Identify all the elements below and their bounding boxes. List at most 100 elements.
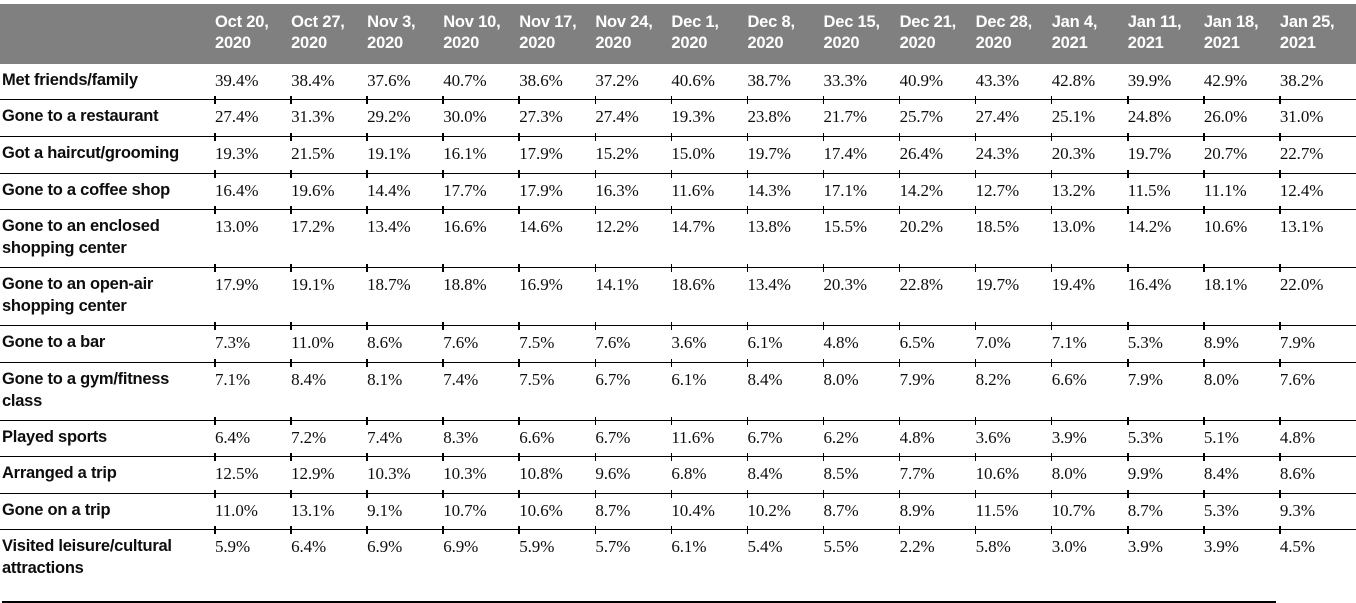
table-cell-value: 10.2% (746, 490, 824, 530)
table-row: Gone to a gym/fitness class 7.1% 8.4% 8.1% 7… (0, 359, 1356, 421)
table-cell-value: 7.6% (442, 322, 520, 363)
column-header-date-text: Jan 18, (1203, 13, 1259, 31)
row-label: Gone to a gym/fitness class (0, 361, 215, 421)
column-header-date-text: Dec 1, (671, 13, 719, 31)
column-header-date-text: Oct 20, (215, 13, 269, 31)
table-cell-value: 31.0% (1279, 97, 1356, 137)
table-cell-value: 17.9% (214, 264, 292, 326)
column-header-date: Dec 8, 2020 (747, 4, 824, 64)
table-cell-value: 7.5% (518, 359, 596, 421)
table-cell-value: 42.8% (1051, 63, 1128, 100)
table-cell-value: 11.0% (214, 490, 292, 530)
table-cell-value: 40.6% (671, 63, 748, 100)
table-cell-value: 7.3% (214, 322, 292, 363)
table-cell-value: 31.3% (290, 97, 368, 137)
table-cell-value: 7.9% (1126, 359, 1204, 421)
table-cell-value: 17.1% (822, 170, 900, 210)
table-cell-value: 5.3% (1203, 490, 1280, 530)
row-label: Got a haircut/grooming (0, 136, 215, 174)
table-cell-value: 24.3% (974, 133, 1052, 174)
table-cell-value: 12.7% (974, 170, 1052, 210)
table-cell-value: 19.3% (214, 133, 292, 174)
table-cell-value: 10.7% (1050, 490, 1128, 530)
table-cell-value: 14.6% (518, 206, 596, 268)
table-cell-value: 5.4% (746, 526, 824, 588)
table-cell-value: 10.3% (442, 453, 520, 494)
column-header-year-text: 2020 (899, 34, 936, 53)
table-cell-value: 26.4% (898, 133, 976, 174)
table-cell-value: 4.8% (898, 417, 976, 457)
table-cell-value: 29.2% (366, 97, 444, 137)
table-cell-value: 38.7% (747, 63, 824, 100)
table-cell-value: 12.5% (214, 453, 292, 494)
column-header-date-text: Jan 4, (1051, 13, 1098, 31)
table-cell-value: 8.4% (746, 359, 824, 421)
table-cell-value: 7.5% (518, 322, 596, 363)
table-cell-value: 11.6% (670, 170, 748, 210)
table-cell-value: 7.1% (214, 359, 292, 421)
column-header-year-text: 2020 (519, 34, 556, 53)
table-cell-value: 42.9% (1203, 63, 1280, 100)
column-header-date-text: Jan 25, (1279, 13, 1335, 31)
table-cell-value: 16.1% (442, 133, 520, 174)
column-header-date: Nov 10, 2020 (443, 4, 520, 64)
table-row: Gone to an open-air shopping center 17.9%… (0, 264, 1356, 326)
table-cell-value: 8.7% (822, 490, 900, 530)
column-header-year-text: 2020 (595, 34, 632, 53)
column-header-date: Dec 21, 2020 (899, 4, 976, 64)
column-header-year-text: 2021 (1127, 34, 1164, 53)
table-cell-value: 10.3% (366, 453, 444, 494)
table-cell-value: 10.6% (518, 490, 596, 530)
table-cell-value: 12.4% (1279, 170, 1356, 210)
column-header-date: Oct 20, 2020 (215, 4, 292, 64)
table-cell-value: 8.7% (594, 490, 672, 530)
table-cell-value: 6.1% (670, 359, 748, 421)
column-header-date: Oct 27, 2020 (291, 4, 368, 64)
column-header-date: Jan 4, 2021 (1051, 4, 1128, 64)
table-cell-value: 14.1% (594, 264, 672, 326)
table-cell-value: 6.9% (442, 526, 520, 588)
table-cell-value: 8.7% (1126, 490, 1204, 530)
table-cell-value: 6.5% (898, 322, 976, 363)
table-cell-value: 18.8% (442, 264, 520, 326)
row-label: Gone to a coffee shop (0, 172, 215, 210)
table-cell-value: 39.9% (1127, 63, 1204, 100)
column-header-activity (0, 4, 215, 64)
row-label: Played sports (0, 419, 215, 457)
table-cell-value: 17.9% (518, 170, 596, 210)
table-cell-value: 40.9% (899, 63, 976, 100)
table-cell-value: 3.9% (1126, 526, 1204, 588)
table-cell-value: 13.1% (290, 490, 368, 530)
row-label: Visited leisure/cultural attractions (0, 529, 215, 588)
table-cell-value: 8.1% (366, 359, 444, 421)
row-label: Arranged a trip (0, 456, 215, 494)
column-header-year-text: 2020 (443, 34, 480, 53)
column-header-date: Nov 24, 2020 (595, 4, 672, 64)
table-row: Arranged a trip 12.5% 12.9% 10.3% 10.3% 10.8%… (0, 453, 1356, 494)
table-cell-value: 20.2% (898, 206, 976, 268)
table-cell-value: 17.9% (518, 133, 596, 174)
table-cell-value: 16.4% (1126, 264, 1204, 326)
table-cell-value: 18.1% (1203, 264, 1280, 326)
table-cell-value: 3.9% (1203, 526, 1280, 588)
table-cell-value: 14.2% (898, 170, 976, 210)
column-header-date-text: Nov 3, (367, 13, 416, 31)
column-header-year-text: 2020 (671, 34, 708, 53)
table-cell-value: 33.3% (823, 63, 900, 100)
table-cell-value: 40.7% (443, 63, 520, 100)
table-cell-value: 19.1% (366, 133, 444, 174)
column-header-date-text: Nov 17, (519, 13, 577, 31)
table-body: Met friends/family 39.4% 38.4% 37.6% 40.7% 38… (0, 63, 1356, 588)
table-cell-value: 7.7% (898, 453, 976, 494)
column-header-year-text: 2020 (367, 34, 404, 53)
table-cell-value: 15.0% (670, 133, 748, 174)
table-cell-value: 19.3% (670, 97, 748, 137)
table-row: Got a haircut/grooming 19.3% 21.5% 19.1% 16.… (0, 133, 1356, 174)
row-label: Gone on a trip (0, 492, 215, 530)
table-cell-value: 5.3% (1126, 322, 1204, 363)
table-cell-value: 8.4% (746, 453, 824, 494)
table-cell-value: 20.7% (1203, 133, 1280, 174)
table-cell-value: 16.9% (518, 264, 596, 326)
table-cell-value: 13.1% (1279, 206, 1356, 268)
row-label: Gone to an open-air shopping center (0, 267, 215, 326)
